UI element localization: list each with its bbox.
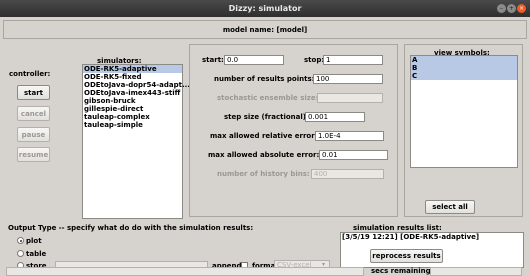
- resume-button[interactable]: resume: [17, 147, 50, 162]
- start-button[interactable]: start: [17, 85, 50, 100]
- parameters-panel: start: 0.0 stop: 1 number of results poi…: [189, 44, 398, 217]
- plot-radio[interactable]: [17, 237, 24, 244]
- secs-remaining-field: [430, 267, 522, 276]
- window-title: Dizzy: simulator: [228, 4, 302, 13]
- secs-remaining-label: secs remaining:: [371, 267, 434, 275]
- view-symbols-panel: view symbols: ABC select all: [404, 44, 523, 217]
- output-type-label: Output Type -- specify what do do with t…: [8, 224, 254, 232]
- select-all-button[interactable]: select all: [425, 200, 475, 214]
- rel-error-input[interactable]: 1.0E-4: [315, 131, 384, 141]
- ensemble-size-input[interactable]: [317, 93, 383, 103]
- abs-error-label: max allowed absolute error:: [208, 151, 320, 159]
- simulator-list-item[interactable]: gillespie-direct: [83, 105, 182, 113]
- table-label[interactable]: table: [26, 250, 46, 258]
- stop-input[interactable]: 1: [323, 55, 383, 65]
- num-points-input[interactable]: 100: [313, 74, 383, 84]
- num-points-label: number of results points:: [214, 75, 315, 83]
- controller-label: controller:: [9, 70, 51, 78]
- simulator-list-item[interactable]: ODEtoJava-dopr54-adapt...: [83, 81, 190, 89]
- abs-error-input[interactable]: 0.01: [319, 150, 388, 160]
- simulators-list[interactable]: ODE-RK5-adaptive ODE-RK5-fixed ODEtoJava-d…: [82, 64, 190, 219]
- controller-panel: controller: start cancel pause resume: [6, 44, 59, 224]
- rel-error-label: max allowed relative error:: [210, 132, 318, 140]
- start-label: start:: [202, 56, 224, 64]
- model-name-label: model name: [model]: [222, 26, 308, 34]
- reprocess-results-button[interactable]: reprocess results: [370, 249, 443, 263]
- output-type-panel: Output Type -- specify what do do with t…: [6, 224, 335, 271]
- view-symbols-list[interactable]: ABC: [410, 55, 518, 168]
- result-list-item[interactable]: [3/5/19 12:21] [ODE-RK5-adaptive]: [341, 233, 523, 241]
- history-bins-value: 400: [314, 170, 328, 178]
- ensemble-size-label: stochastic ensemble size:: [217, 94, 319, 102]
- simulator-list-item[interactable]: ODE-RK5-adaptive: [83, 65, 182, 73]
- simulator-list-item[interactable]: gibson-bruck: [83, 97, 182, 105]
- symbol-list-item[interactable]: C: [411, 72, 517, 80]
- minimize-icon[interactable]: –: [497, 4, 506, 13]
- step-size-input[interactable]: 0.001: [305, 112, 365, 122]
- close-icon[interactable]: ×: [517, 4, 526, 13]
- simulator-list-item[interactable]: ODEtoJava-imex443-stiff: [83, 89, 182, 97]
- stop-label: stop:: [304, 56, 325, 64]
- history-bins-label: number of history bins:: [217, 170, 310, 178]
- symbol-list-item[interactable]: A: [411, 56, 517, 64]
- results-list-label: simulation results list:: [353, 224, 442, 232]
- model-name-panel: model name: [model]: [3, 20, 527, 39]
- start-input[interactable]: 0.0: [224, 55, 284, 65]
- symbol-list-item[interactable]: B: [411, 64, 517, 72]
- simulator-list-item[interactable]: tauleap-complex: [83, 113, 182, 121]
- simulator-list-item[interactable]: ODE-RK5-fixed: [83, 73, 182, 81]
- step-size-label: step size (fractional):: [224, 113, 309, 121]
- plot-label[interactable]: plot: [26, 237, 42, 245]
- simulator-list-item[interactable]: tauleap-simple: [83, 121, 182, 129]
- history-bins-input[interactable]: 400: [311, 169, 384, 179]
- cancel-button[interactable]: cancel: [17, 106, 50, 121]
- pause-button[interactable]: pause: [17, 127, 50, 142]
- table-radio[interactable]: [17, 250, 24, 257]
- progress-bar: [6, 267, 364, 276]
- maximize-icon[interactable]: +: [507, 4, 516, 13]
- title-bar: Dizzy: simulator: [0, 0, 530, 17]
